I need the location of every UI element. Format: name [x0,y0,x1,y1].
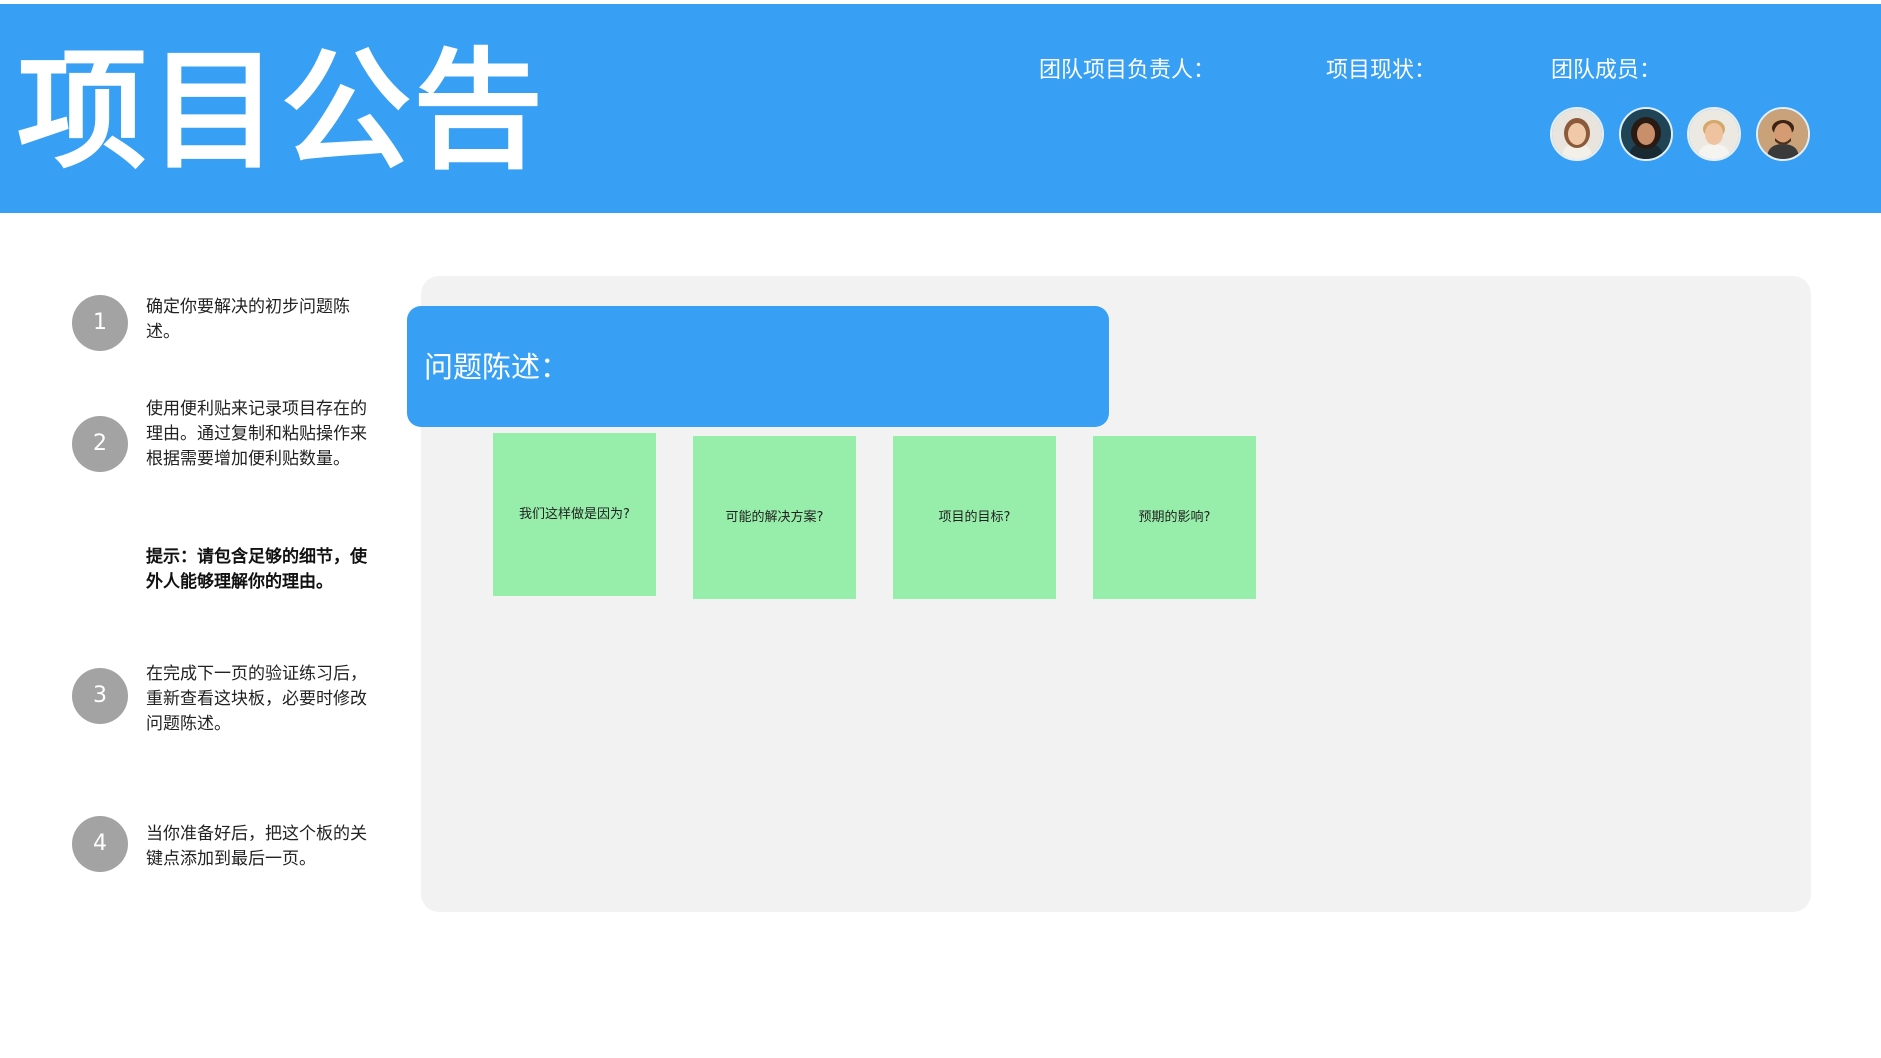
person-icon [1621,109,1671,159]
step-1-text: 确定你要解决的初步问题陈述。 [146,297,350,342]
team-members-label: 团队成员： [1551,58,1662,83]
sticky-note-text: 可能的解决方案? [725,509,824,525]
page-title: 项目公告 [17,35,546,187]
problem-statement-card[interactable]: 问题陈述： [407,306,1109,427]
avatar-member-3[interactable] [1687,107,1741,161]
step-4-number: 4 [72,816,128,872]
problem-statement-label: 问题陈述： [424,350,570,384]
sticky-note-text: 我们这样做是因为? [519,506,630,522]
sticky-note-text: 项目的目标? [938,509,1011,525]
step-2-number: 2 [72,416,128,472]
avatar-member-1[interactable] [1550,107,1604,161]
avatar-member-4[interactable] [1756,107,1810,161]
person-icon [1689,109,1739,159]
step-4-text: 当你准备好后，把这个板的关键点添加到最后一页。 [146,824,367,869]
header-banner: 项目公告 团队项目负责人： 项目现状： 团队成员： [0,4,1881,213]
person-icon [1758,109,1808,159]
sticky-note-solution[interactable]: 可能的解决方案? [693,436,856,599]
person-icon [1552,109,1602,159]
team-lead-label: 团队项目负责人： [1039,58,1216,83]
sticky-note-goal[interactable]: 项目的目标? [893,436,1056,599]
project-status-label: 项目现状： [1326,58,1437,83]
page: 项目公告 团队项目负责人： 项目现状： 团队成员： 1 确定你要解决的初步问题陈… [0,0,1881,1058]
step-1-number: 1 [72,295,128,351]
step-3-number: 3 [72,668,128,724]
sticky-note-reason[interactable]: 我们这样做是因为? [493,433,656,596]
step-2-text: 使用便利贴来记录项目存在的理由。通过复制和粘贴操作来根据需要增加便利贴数量。 [146,399,367,469]
sticky-note-text: 预期的影响? [1138,509,1211,525]
sticky-note-impact[interactable]: 预期的影响? [1093,436,1256,599]
avatar-member-2[interactable] [1619,107,1673,161]
step-3-text: 在完成下一页的验证练习后，重新查看这块板，必要时修改问题陈述。 [146,664,367,734]
tip-text: 提示：请包含足够的细节，使外人能够理解你的理由。 [146,547,367,592]
